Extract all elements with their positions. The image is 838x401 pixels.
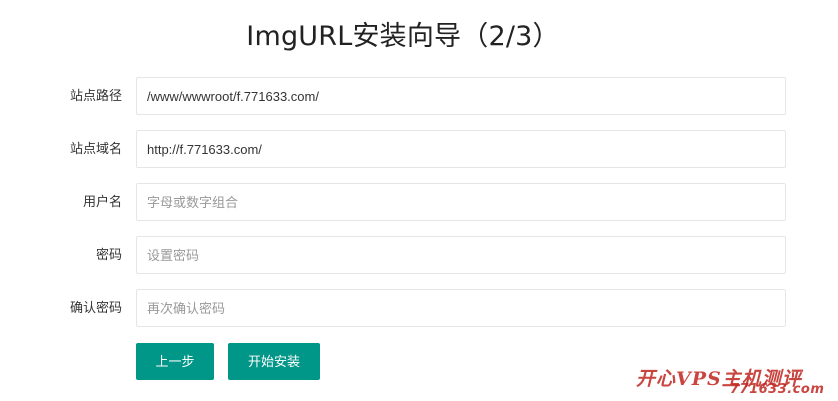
page-title: ImgURL安装向导（2/3） — [246, 21, 560, 52]
username-label: 用户名 — [82, 194, 122, 209]
form-row-site-path: 站点路径 — [0, 77, 838, 115]
site-path-input[interactable] — [136, 77, 786, 115]
password-input[interactable] — [136, 236, 786, 274]
username-input[interactable] — [136, 183, 786, 221]
form-row-password: 密码 — [0, 236, 838, 274]
confirm-password-input[interactable] — [136, 289, 786, 327]
form-row-confirm-password: 确认密码 — [0, 289, 838, 327]
form-row-site-domain: 站点域名 — [0, 130, 838, 168]
site-domain-input[interactable] — [136, 130, 786, 168]
form-row-username: 用户名 — [0, 183, 838, 221]
prev-step-button[interactable]: 上一步 — [136, 343, 214, 380]
start-install-button[interactable]: 开始安装 — [228, 343, 320, 380]
site-path-label: 站点路径 — [69, 88, 122, 103]
confirm-password-label: 确认密码 — [69, 300, 122, 315]
password-label: 密码 — [95, 247, 122, 262]
watermark-domain-text: 771633.com — [730, 382, 825, 397]
site-watermark: 开心VPS主机测评 771633.com — [636, 364, 832, 398]
site-domain-label: 站点域名 — [69, 141, 122, 156]
